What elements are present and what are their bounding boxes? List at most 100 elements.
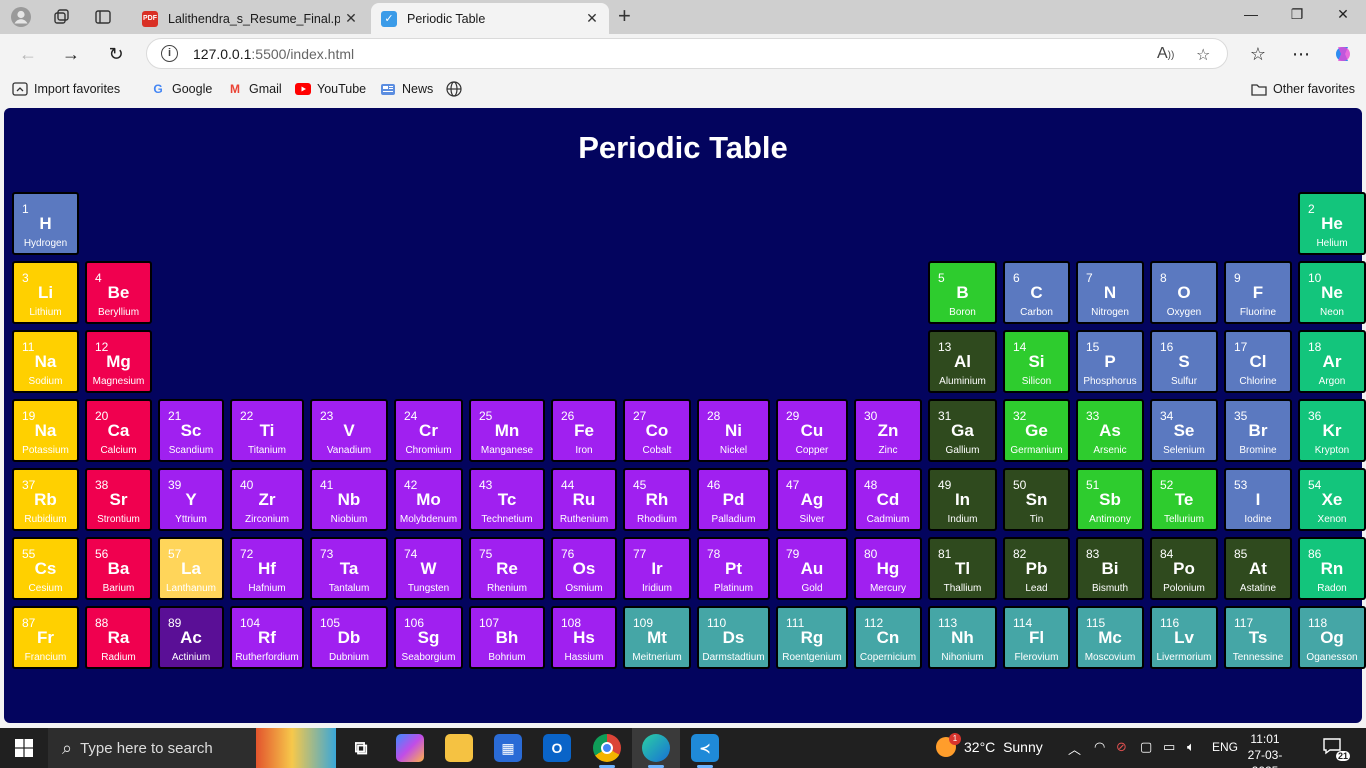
element-tile-roentgenium[interactable]: 111 Rg Roentgenium: [776, 606, 848, 669]
clock[interactable]: 11:01 27-03-2025: [1236, 731, 1294, 768]
favorite-star-icon[interactable]: ☆: [1196, 45, 1210, 65]
element-tile-calcium[interactable]: 20 Ca Calcium: [85, 399, 152, 462]
element-tile-helium[interactable]: 2 He Helium: [1298, 192, 1366, 255]
favorite-gmail[interactable]: M Gmail: [227, 81, 282, 97]
element-tile-copper[interactable]: 29 Cu Copper: [776, 399, 848, 462]
read-aloud-icon[interactable]: A)): [1157, 45, 1174, 63]
element-tile-moscovium[interactable]: 115 Mc Moscovium: [1076, 606, 1144, 669]
meet-now-icon[interactable]: ▢: [1140, 739, 1152, 755]
file-explorer-icon[interactable]: [445, 734, 473, 762]
element-tile-tungsten[interactable]: 74 W Tungsten: [394, 537, 463, 600]
restore-button[interactable]: ❐: [1274, 6, 1320, 23]
refresh-button[interactable]: ↻: [103, 42, 129, 66]
profile-icon[interactable]: [8, 5, 34, 29]
element-tile-bismuth[interactable]: 83 Bi Bismuth: [1076, 537, 1144, 600]
element-tile-potassium[interactable]: 19 Na Potassium: [12, 399, 79, 462]
element-tile-rhodium[interactable]: 45 Rh Rhodium: [623, 468, 691, 531]
new-tab-button[interactable]: +: [618, 5, 631, 27]
copilot-icon[interactable]: [1330, 42, 1356, 66]
element-tile-hydrogen[interactable]: 1 H Hydrogen: [12, 192, 79, 255]
element-tile-meitnerium[interactable]: 109 Mt Meitnerium: [623, 606, 691, 669]
element-tile-nihonium[interactable]: 113 Nh Nihonium: [928, 606, 997, 669]
store-icon[interactable]: ▦: [494, 734, 522, 762]
element-tile-tantalum[interactable]: 73 Ta Tantalum: [310, 537, 388, 600]
element-tile-ruthenium[interactable]: 44 Ru Ruthenium: [551, 468, 617, 531]
element-tile-seaborgium[interactable]: 106 Sg Seaborgium: [394, 606, 463, 669]
weather-widget[interactable]: 1 32°C Sunny: [936, 733, 1043, 757]
forward-button[interactable]: →: [58, 42, 84, 66]
element-tile-francium[interactable]: 87 Fr Francium: [12, 606, 79, 669]
tab-actions-icon[interactable]: [90, 5, 116, 29]
language-indicator[interactable]: ENG: [1212, 740, 1238, 754]
element-tile-radon[interactable]: 86 Rn Radon: [1298, 537, 1366, 600]
element-tile-mercury[interactable]: 80 Hg Mercury: [854, 537, 922, 600]
element-tile-silicon[interactable]: 14 Si Silicon: [1003, 330, 1070, 393]
element-tile-hafnium[interactable]: 72 Hf Hafnium: [230, 537, 304, 600]
element-tile-thallium[interactable]: 81 Tl Thallium: [928, 537, 997, 600]
element-tile-astatine[interactable]: 85 At Astatine: [1224, 537, 1292, 600]
element-tile-krypton[interactable]: 36 Kr Krypton: [1298, 399, 1366, 462]
close-icon[interactable]: ✕: [340, 10, 362, 27]
vscode-icon[interactable]: ≺: [691, 734, 719, 762]
element-tile-radium[interactable]: 88 Ra Radium: [85, 606, 152, 669]
element-tile-vanadium[interactable]: 23 V Vanadium: [310, 399, 388, 462]
window-close-button[interactable]: ✕: [1320, 6, 1366, 23]
element-tile-cesium[interactable]: 55 Cs Cesium: [12, 537, 79, 600]
site-info-icon[interactable]: i: [161, 45, 178, 62]
element-tile-zirconium[interactable]: 40 Zr Zirconium: [230, 468, 304, 531]
element-tile-arsenic[interactable]: 33 As Arsenic: [1076, 399, 1144, 462]
element-tile-boron[interactable]: 5 B Boron: [928, 261, 997, 324]
battery-icon[interactable]: ▭: [1163, 739, 1175, 755]
element-tile-xenon[interactable]: 54 Xe Xenon: [1298, 468, 1366, 531]
element-tile-iron[interactable]: 26 Fe Iron: [551, 399, 617, 462]
back-button[interactable]: ←: [15, 42, 41, 66]
element-tile-iodine[interactable]: 53 I Iodine: [1224, 468, 1292, 531]
element-tile-scandium[interactable]: 21 Sc Scandium: [158, 399, 224, 462]
element-tile-oxygen[interactable]: 8 O Oxygen: [1150, 261, 1218, 324]
element-tile-indium[interactable]: 49 In Indium: [928, 468, 997, 531]
other-favorites[interactable]: Other favorites: [1251, 81, 1355, 97]
favorite-google[interactable]: G Google: [150, 81, 212, 97]
element-tile-copernicium[interactable]: 112 Cn Copernicium: [854, 606, 922, 669]
edge-icon[interactable]: [642, 734, 670, 762]
element-tile-fluorine[interactable]: 9 F Fluorine: [1224, 261, 1292, 324]
element-tile-palladium[interactable]: 46 Pd Palladium: [697, 468, 770, 531]
element-tile-silver[interactable]: 47 Ag Silver: [776, 468, 848, 531]
outlook-icon[interactable]: O: [543, 734, 571, 762]
element-tile-gallium[interactable]: 31 Ga Gallium: [928, 399, 997, 462]
element-tile-livermorium[interactable]: 116 Lv Livermorium: [1150, 606, 1218, 669]
element-tile-gold[interactable]: 79 Au Gold: [776, 537, 848, 600]
element-tile-titanium[interactable]: 22 Ti Titanium: [230, 399, 304, 462]
chevron-up-icon[interactable]: ︿: [1068, 739, 1081, 758]
element-tile-hassium[interactable]: 108 Hs Hassium: [551, 606, 617, 669]
element-tile-cobalt[interactable]: 27 Co Cobalt: [623, 399, 691, 462]
element-tile-chlorine[interactable]: 17 Cl Chlorine: [1224, 330, 1292, 393]
element-tile-oganesson[interactable]: 118 Og Oganesson: [1298, 606, 1366, 669]
element-tile-tellurium[interactable]: 52 Te Tellurium: [1150, 468, 1218, 531]
element-tile-yttrium[interactable]: 39 Y Yttrium: [158, 468, 224, 531]
element-tile-aluminium[interactable]: 13 Al Aluminium: [928, 330, 997, 393]
element-tile-neon[interactable]: 10 Ne Neon: [1298, 261, 1366, 324]
element-tile-phosphorus[interactable]: 15 P Phosphorus: [1076, 330, 1144, 393]
volume-icon[interactable]: 🔈︎: [1187, 739, 1195, 755]
element-tile-magnesium[interactable]: 12 Mg Magnesium: [85, 330, 152, 393]
element-tile-platinum[interactable]: 78 Pt Platinum: [697, 537, 770, 600]
element-tile-antimony[interactable]: 51 Sb Antimony: [1076, 468, 1144, 531]
taskbar-search[interactable]: ⌕ Type here to search: [48, 728, 256, 768]
element-tile-rutherfordium[interactable]: 104 Rf Rutherfordium: [230, 606, 304, 669]
favorite-youtube[interactable]: YouTube: [295, 81, 366, 97]
favorite-import[interactable]: Import favorites: [12, 81, 120, 97]
wifi-icon[interactable]: ◠: [1094, 739, 1105, 755]
element-tile-nitrogen[interactable]: 7 N Nitrogen: [1076, 261, 1144, 324]
element-tile-zinc[interactable]: 30 Zn Zinc: [854, 399, 922, 462]
tab-periodic-table[interactable]: ✓ Periodic Table ✕: [371, 3, 609, 34]
notifications-button[interactable]: 21: [1322, 737, 1350, 761]
element-tile-actinium[interactable]: 89 Ac Actinium: [158, 606, 224, 669]
element-tile-molybdenum[interactable]: 42 Mo Molybdenum: [394, 468, 463, 531]
copilot-icon[interactable]: [396, 734, 424, 762]
element-tile-lithium[interactable]: 3 Li Lithium: [12, 261, 79, 324]
element-tile-tennessine[interactable]: 117 Ts Tennessine: [1224, 606, 1292, 669]
start-button[interactable]: [0, 728, 48, 768]
favorites-icon[interactable]: ☆: [1245, 42, 1271, 66]
element-tile-nickel[interactable]: 28 Ni Nickel: [697, 399, 770, 462]
